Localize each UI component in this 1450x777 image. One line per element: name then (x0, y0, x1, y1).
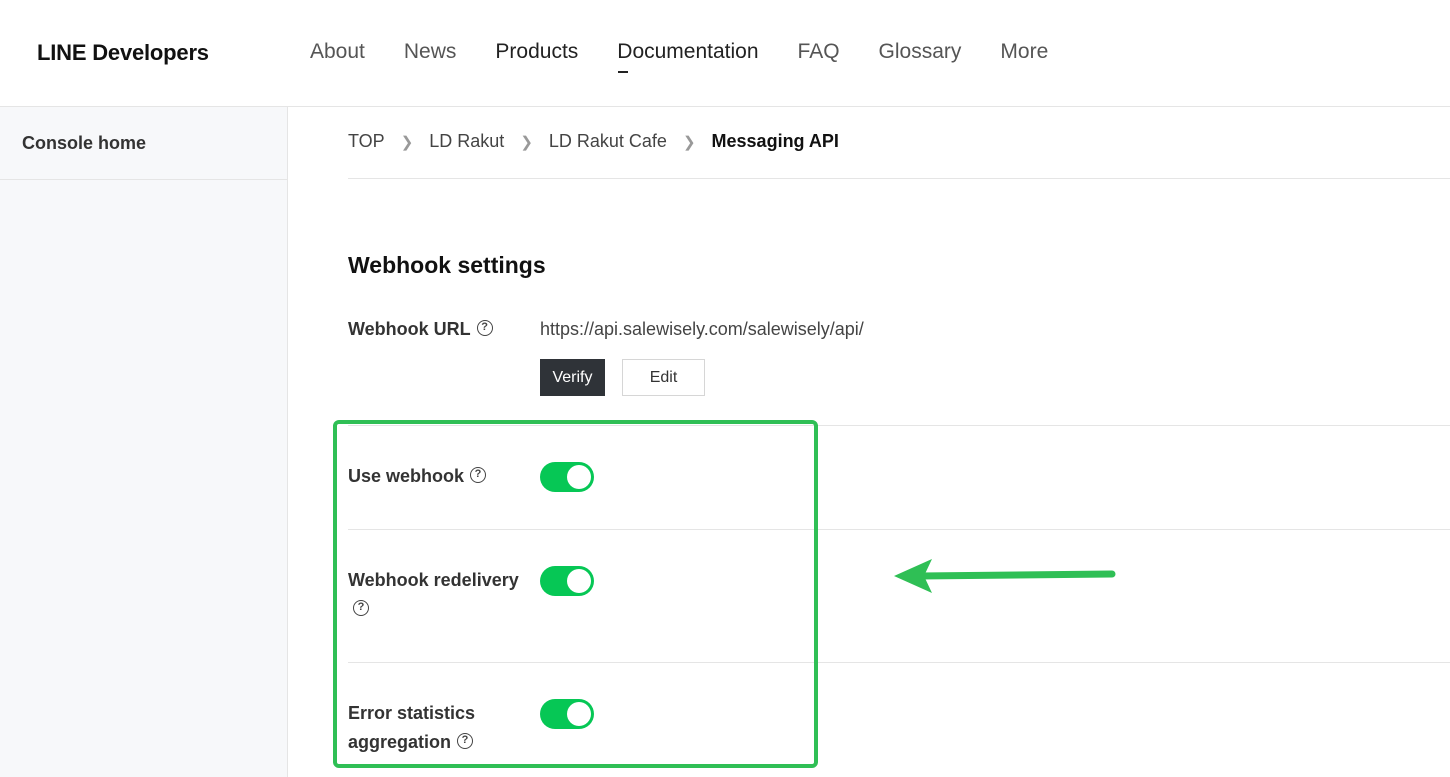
redelivery-label: Webhook redelivery? (348, 566, 519, 624)
active-underline (618, 71, 629, 73)
arrow-left-icon (894, 559, 1116, 593)
nav-news[interactable]: News (404, 40, 457, 64)
section-title: Webhook settings (348, 252, 546, 278)
breadcrumb-channel[interactable]: LD Rakut Cafe (549, 131, 667, 152)
toggle-knob (567, 465, 591, 489)
nav-more[interactable]: More (1000, 40, 1048, 64)
error-stats-label-line2: aggregation (348, 732, 452, 752)
sidebar: Console home (0, 107, 288, 777)
breadcrumb-provider[interactable]: LD Rakut (429, 131, 504, 152)
use-webhook-label-text: Use webhook (348, 466, 465, 486)
divider (348, 425, 1450, 426)
toggle-knob (567, 569, 591, 593)
webhook-url-label: Webhook URL? (348, 315, 493, 344)
nav-glossary[interactable]: Glossary (879, 40, 962, 64)
divider (348, 529, 1450, 530)
use-webhook-toggle[interactable] (540, 462, 594, 492)
use-webhook-label: Use webhook? (348, 462, 487, 491)
verify-button[interactable]: Verify (540, 359, 605, 396)
error-stats-label-line1: Error statistics (348, 703, 476, 723)
breadcrumb-top[interactable]: TOP (348, 131, 385, 152)
chevron-right-icon: ❯ (682, 133, 696, 151)
nav-documentation-label: Documentation (617, 40, 759, 63)
nav-faq[interactable]: FAQ (798, 40, 840, 64)
help-icon[interactable]: ? (476, 320, 493, 337)
chevron-right-icon: ❯ (400, 133, 414, 151)
main-content: TOP ❯ LD Rakut ❯ LD Rakut Cafe ❯ Messagi… (288, 107, 1450, 777)
breadcrumb: TOP ❯ LD Rakut ❯ LD Rakut Cafe ❯ Messagi… (348, 131, 839, 152)
error-stats-toggle[interactable] (540, 699, 594, 729)
help-icon[interactable]: ? (353, 600, 369, 617)
edit-button[interactable]: Edit (622, 359, 705, 396)
redelivery-toggle[interactable] (540, 566, 594, 596)
chevron-right-icon: ❯ (520, 133, 533, 151)
divider (348, 662, 1450, 663)
top-header: LINE Developers About News Products Docu… (0, 0, 1450, 107)
divider (348, 178, 1450, 179)
webhook-url-label-text: Webhook URL (348, 319, 471, 339)
logo[interactable]: LINE Developers (37, 40, 209, 66)
sidebar-item-console-home[interactable]: Console home (0, 107, 287, 180)
redelivery-label-text: Webhook redelivery (348, 570, 519, 590)
webhook-url-text: https://api.salewisely.com/salewisely/ap… (540, 319, 864, 339)
nav-documentation[interactable]: Documentation (617, 40, 759, 73)
nav-about[interactable]: About (310, 40, 365, 64)
nav-products[interactable]: Products (495, 40, 578, 64)
main-nav: About News Products Documentation FAQ Gl… (310, 40, 1087, 73)
error-stats-label: Error statistics aggregation? (348, 699, 475, 757)
help-icon[interactable]: ? (470, 467, 487, 484)
help-icon[interactable]: ? (457, 733, 474, 750)
breadcrumb-current: Messaging API (711, 131, 839, 151)
toggle-knob (567, 702, 591, 726)
webhook-url-value: https://api.salewisely.com/salewisely/ap… (540, 319, 898, 340)
